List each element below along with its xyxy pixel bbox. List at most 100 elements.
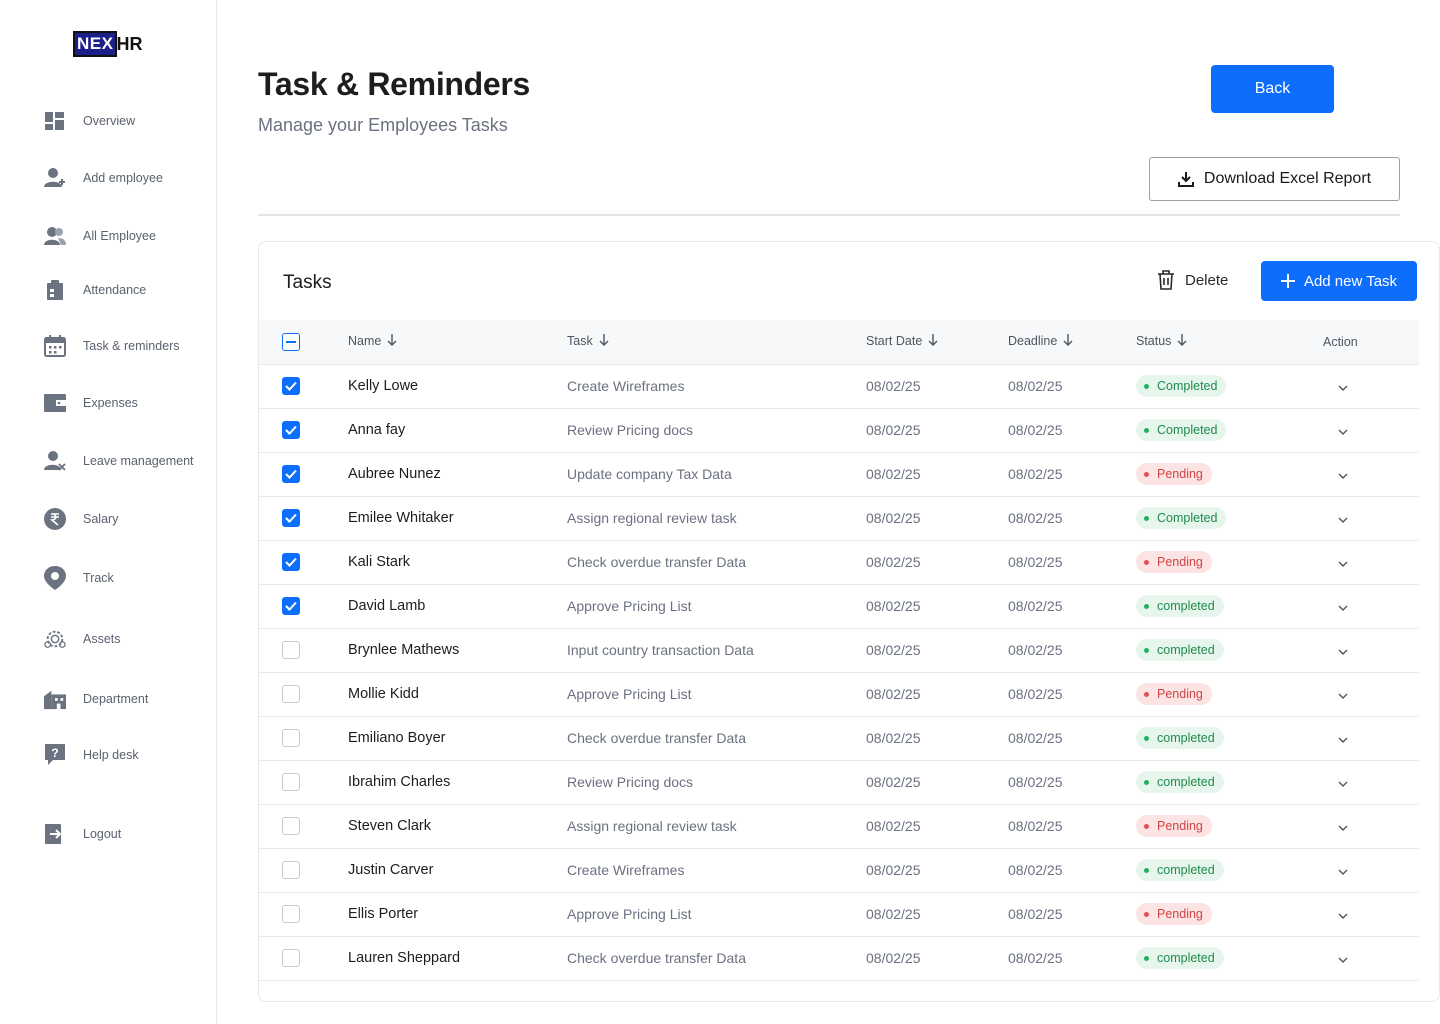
select-all-checkbox[interactable]	[282, 332, 300, 351]
cell-start-date: 08/02/25	[866, 452, 1008, 497]
cell-action	[1323, 364, 1419, 409]
add-new-task-button[interactable]: Add new Task	[1261, 261, 1417, 301]
status-dot-icon	[1144, 383, 1149, 389]
cell-action	[1323, 936, 1419, 981]
cell-task: Create Wireframes	[567, 848, 866, 893]
sidebar-item-task-reminders[interactable]: Task & reminders	[44, 335, 180, 357]
column-label: Task	[567, 334, 593, 349]
delete-button[interactable]: Delete	[1157, 270, 1228, 290]
status-badge: Pending	[1136, 683, 1212, 705]
table-row[interactable]: Brynlee Mathews Input country transaction…	[259, 628, 1419, 673]
row-select-cell	[259, 584, 348, 629]
cell-start-date: 08/02/25	[866, 760, 1008, 805]
cell-name: Aubree Nunez	[348, 452, 567, 497]
row-checkbox[interactable]	[282, 905, 300, 923]
chevron-down-icon[interactable]	[1338, 561, 1348, 567]
column-header-task[interactable]: Task	[567, 320, 866, 365]
cell-status: completed	[1136, 936, 1323, 981]
sidebar-item-add-employee[interactable]: Add employee	[44, 167, 163, 189]
row-checkbox[interactable]	[282, 685, 300, 703]
chevron-down-icon[interactable]	[1338, 429, 1348, 435]
row-checkbox[interactable]	[282, 377, 300, 395]
chevron-down-icon[interactable]	[1338, 869, 1348, 875]
row-checkbox[interactable]	[282, 773, 300, 791]
plus-icon	[1280, 274, 1295, 288]
cell-task: Assign regional review task	[567, 496, 866, 541]
sidebar-item-logout[interactable]: Logout	[44, 823, 121, 845]
cell-action	[1323, 628, 1419, 673]
back-button[interactable]: Back	[1211, 65, 1334, 113]
table-row[interactable]: David Lamb Approve Pricing List 08/02/25 08…	[259, 584, 1419, 629]
row-checkbox[interactable]	[282, 509, 300, 527]
column-header-status[interactable]: Status	[1136, 320, 1323, 365]
table-row[interactable]: Ibrahim Charles Review Pricing docs 08/02/…	[259, 760, 1419, 805]
table-row[interactable]: Lauren Sheppard Check overdue transfer Da…	[259, 936, 1419, 981]
cell-name: Justin Carver	[348, 848, 567, 893]
header-select-cell	[259, 320, 348, 365]
users-icon	[44, 225, 66, 247]
sidebar-item-salary[interactable]: Salary	[44, 508, 118, 530]
cell-deadline: 08/02/25	[1008, 452, 1136, 497]
table-row[interactable]: Anna fay Review Pricing docs 08/02/25 08/02…	[259, 408, 1419, 453]
table-row[interactable]: Mollie Kidd Approve Pricing List 08/02/25 0…	[259, 672, 1419, 717]
row-checkbox[interactable]	[282, 421, 300, 439]
sidebar-item-label: Track	[83, 571, 114, 585]
chevron-down-icon[interactable]	[1338, 737, 1348, 743]
chevron-down-icon[interactable]	[1338, 957, 1348, 963]
table-row[interactable]: Steven Clark Assign regional review task 0…	[259, 804, 1419, 849]
cell-name: Emilee Whitaker	[348, 496, 567, 541]
table-row[interactable]: Ellis Porter Approve Pricing List 08/02/25…	[259, 892, 1419, 937]
cell-task: Review Pricing docs	[567, 408, 866, 453]
table-row[interactable]: Aubree Nunez Update company Tax Data 08/02…	[259, 452, 1419, 497]
sidebar-item-department[interactable]: Department	[44, 688, 148, 710]
download-excel-button[interactable]: Download Excel Report	[1149, 157, 1400, 201]
row-checkbox[interactable]	[282, 597, 300, 615]
cell-status: Completed	[1136, 408, 1323, 453]
cell-start-date: 08/02/25	[866, 496, 1008, 541]
chevron-down-icon[interactable]	[1338, 473, 1348, 479]
row-checkbox[interactable]	[282, 553, 300, 571]
table-row[interactable]: Emiliano Boyer Check overdue transfer Dat…	[259, 716, 1419, 761]
table-row[interactable]: Emilee Whitaker Assign regional review ta…	[259, 496, 1419, 541]
column-header-deadline[interactable]: Deadline	[1008, 320, 1136, 365]
sidebar-item-assets[interactable]: Assets	[44, 628, 121, 650]
table-row[interactable]: Kelly Lowe Create Wireframes 08/02/25 08/02…	[259, 364, 1419, 409]
row-checkbox[interactable]	[282, 949, 300, 967]
row-checkbox[interactable]	[282, 861, 300, 879]
tasks-table: Name Task Start Date Deadline Status Act…	[259, 320, 1419, 981]
cell-start-date: 08/02/25	[866, 892, 1008, 937]
table-row[interactable]: Justin Carver Create Wireframes 08/02/25 08…	[259, 848, 1419, 893]
chevron-down-icon[interactable]	[1338, 605, 1348, 611]
cell-task: Check overdue transfer Data	[567, 540, 866, 585]
chevron-down-icon[interactable]	[1338, 825, 1348, 831]
row-select-cell	[259, 540, 348, 585]
sidebar-item-overview[interactable]: Overview	[44, 110, 135, 132]
row-checkbox[interactable]	[282, 817, 300, 835]
row-select-cell	[259, 936, 348, 981]
chevron-down-icon[interactable]	[1338, 517, 1348, 523]
sidebar-item-attendance[interactable]: Attendance	[44, 279, 146, 301]
cell-task: Assign regional review task	[567, 804, 866, 849]
table-row[interactable]: Kali Stark Check overdue transfer Data 08/…	[259, 540, 1419, 585]
row-checkbox[interactable]	[282, 465, 300, 483]
chevron-down-icon[interactable]	[1338, 693, 1348, 699]
sidebar-item-all-employee[interactable]: All Employee	[44, 225, 156, 247]
cell-task: Update company Tax Data	[567, 452, 866, 497]
chevron-down-icon[interactable]	[1338, 649, 1348, 655]
chevron-down-icon[interactable]	[1338, 385, 1348, 391]
cell-name: Emiliano Boyer	[348, 716, 567, 761]
sidebar-item-help-desk[interactable]: ? Help desk	[44, 744, 139, 766]
chevron-down-icon[interactable]	[1338, 913, 1348, 919]
sort-arrow-icon	[928, 334, 938, 349]
cell-action	[1323, 804, 1419, 849]
cell-deadline: 08/02/25	[1008, 936, 1136, 981]
chevron-down-icon[interactable]	[1338, 781, 1348, 787]
column-header-start-date[interactable]: Start Date	[866, 320, 1008, 365]
sidebar-item-expenses[interactable]: Expenses	[44, 392, 138, 414]
sidebar-item-track[interactable]: Track	[44, 566, 114, 590]
column-header-name[interactable]: Name	[348, 320, 567, 365]
row-checkbox[interactable]	[282, 641, 300, 659]
rupee-icon	[44, 508, 66, 530]
sidebar-item-leave-management[interactable]: Leave management	[44, 450, 194, 472]
row-checkbox[interactable]	[282, 729, 300, 747]
